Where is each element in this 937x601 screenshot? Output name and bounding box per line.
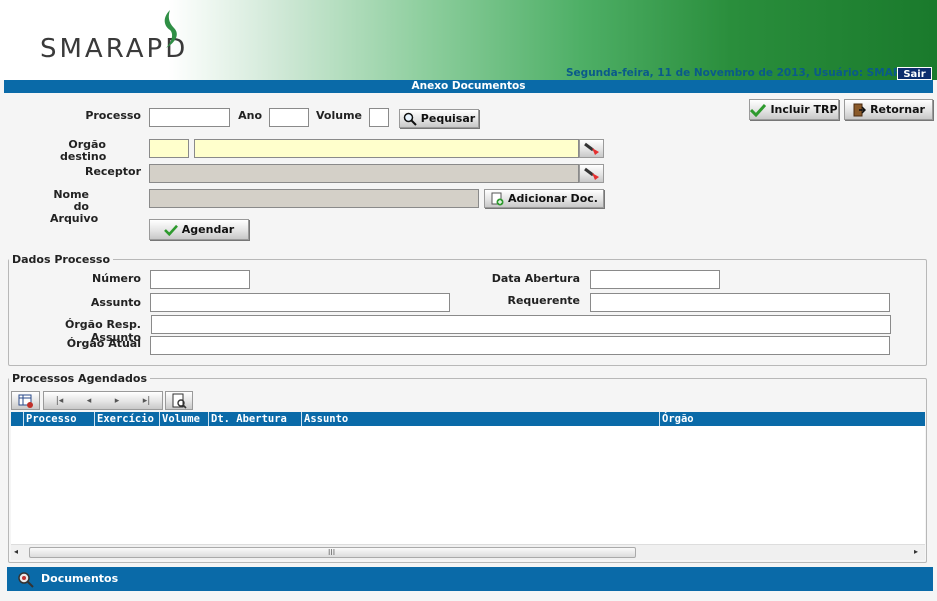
prev-page-icon[interactable]: ◂	[87, 396, 92, 406]
nome-arquivo-label: Nome do Arquivo	[50, 189, 99, 225]
numero-input[interactable]	[150, 270, 250, 289]
nome-arquivo-input[interactable]	[149, 189, 479, 208]
assunto-input[interactable]	[150, 293, 450, 312]
numero-label: Número	[92, 272, 141, 285]
dados-processo-legend: Dados Processo	[9, 253, 114, 266]
col-processo[interactable]: Processo	[23, 412, 101, 426]
retornar-label: Retornar	[870, 103, 925, 116]
date-user-info: Segunda-feira, 11 de Novembro de 2013, U…	[566, 67, 901, 79]
processos-agendados-legend: Processos Agendados	[9, 372, 151, 385]
incluir-trp-label: Incluir TRP	[770, 103, 838, 116]
requerente-label: Requerente	[507, 294, 580, 307]
logout-button[interactable]: Sair	[897, 67, 932, 80]
orgao-destino-label-line2: destino	[60, 150, 107, 163]
ano-label: Ano	[238, 109, 262, 122]
adicionar-doc-button[interactable]: Adicionar Doc.	[484, 189, 604, 208]
data-abertura-label: Data Abertura	[491, 272, 580, 285]
adicionar-doc-label: Adicionar Doc.	[508, 192, 598, 205]
volume-label: Volume	[316, 109, 362, 122]
magnifier-icon	[403, 112, 417, 126]
scroll-grip-icon: III	[328, 548, 336, 557]
incluir-trp-button[interactable]: Incluir TRP	[749, 99, 839, 120]
door-exit-icon	[853, 103, 867, 116]
receptor-lookup-button[interactable]	[579, 164, 604, 183]
orgao-destino-label: Orgão destino	[60, 139, 106, 163]
orgao-resp-assunto-input[interactable]	[151, 315, 891, 334]
col-assunto[interactable]: Assunto	[301, 412, 659, 426]
horizontal-scrollbar[interactable]: ◂ III ▸	[11, 544, 925, 560]
documentos-panel[interactable]: Documentos	[7, 567, 933, 591]
orgao-atual-input[interactable]	[150, 336, 890, 355]
col-exercicio[interactable]: Exercício	[94, 412, 160, 426]
add-document-icon	[491, 192, 504, 205]
pesquisar-label: Pequisar	[420, 112, 476, 125]
col-volume[interactable]: Volume	[159, 412, 209, 426]
flashlight-lookup-icon	[583, 142, 599, 155]
requerente-input[interactable]	[590, 293, 890, 312]
assunto-label: Assunto	[90, 296, 141, 309]
ano-input[interactable]	[269, 108, 309, 127]
receptor-input[interactable]	[149, 164, 579, 183]
agendar-label: Agendar	[181, 223, 235, 236]
checkmark-icon	[163, 224, 178, 236]
table-export-icon	[18, 394, 33, 408]
data-abertura-input[interactable]	[590, 270, 720, 289]
retornar-button[interactable]: Retornar	[844, 99, 933, 120]
volume-input[interactable]	[369, 108, 389, 127]
grid-body	[11, 426, 925, 544]
grid-header: Processo Exercício Volume Dt. Abertura A…	[11, 412, 925, 426]
processo-label: Processo	[85, 109, 141, 122]
agendar-button[interactable]: Agendar	[149, 219, 249, 240]
scroll-right-arrow-icon[interactable]: ▸	[914, 547, 918, 556]
orgao-atual-label: Órgão Atual	[66, 337, 141, 350]
col-orgao[interactable]: Órgão	[659, 412, 925, 426]
flashlight-lookup-icon	[583, 167, 599, 180]
grid-export-button[interactable]	[11, 391, 40, 410]
next-page-icon[interactable]: ▸	[115, 396, 120, 406]
nome-arquivo-label-line3: Arquivo	[50, 212, 99, 225]
pesquisar-button[interactable]: Pequisar	[399, 109, 479, 128]
col-dt-abertura[interactable]: Dt. Abertura	[208, 412, 301, 426]
processo-input[interactable]	[149, 108, 230, 127]
documentos-label: Documentos	[41, 572, 119, 585]
scroll-left-arrow-icon[interactable]: ◂	[14, 547, 18, 556]
orgao-destino-code-input[interactable]	[149, 139, 189, 158]
scroll-thumb[interactable]: III	[29, 547, 636, 558]
checkmark-icon	[750, 103, 767, 117]
orgao-destino-name-input[interactable]	[194, 139, 579, 158]
orgao-destino-lookup-button[interactable]	[579, 139, 604, 158]
document-search-icon	[172, 393, 187, 409]
logo-leaf-icon	[164, 10, 177, 48]
documents-search-icon	[18, 572, 34, 588]
first-page-icon[interactable]: |◂	[56, 396, 64, 406]
receptor-label: Receptor	[84, 165, 141, 178]
last-page-icon[interactable]: ▸|	[143, 396, 151, 406]
grid-preview-button[interactable]	[165, 391, 193, 410]
grid-pager: |◂ ◂ ▸ ▸|	[43, 391, 163, 410]
page-title: Anexo Documentos	[4, 80, 933, 93]
